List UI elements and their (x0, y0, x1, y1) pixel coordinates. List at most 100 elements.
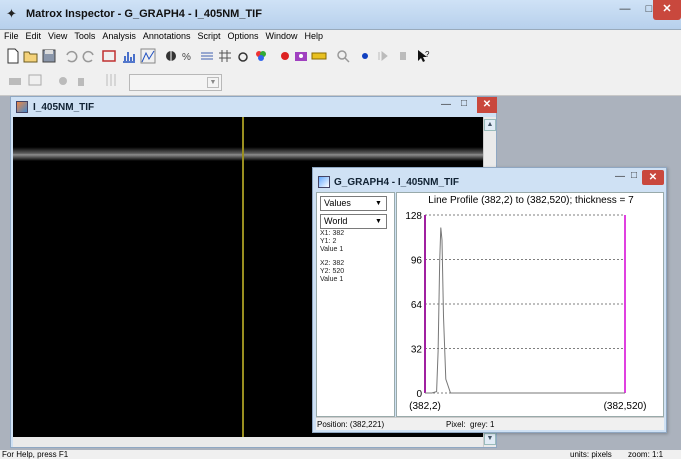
y1-value: Y1: 2 (320, 238, 337, 245)
adjust-icon[interactable] (102, 71, 120, 89)
y-tick-label: 128 (405, 211, 422, 222)
menu-analysis[interactable]: Analysis (99, 30, 139, 41)
chevron-down-icon[interactable]: ▼ (372, 198, 385, 209)
ruler-icon[interactable] (310, 47, 328, 65)
grab-icon[interactable] (6, 71, 24, 89)
y-tick-label: 96 (411, 256, 423, 267)
graph-window-maximize-button[interactable]: □ (631, 170, 637, 181)
point-icon[interactable] (356, 47, 374, 65)
zoom-icon[interactable] (334, 47, 352, 65)
redo-icon[interactable] (80, 47, 98, 65)
minimize-button[interactable]: — (613, 0, 637, 20)
graph-grey-value: grey: 1 (470, 420, 495, 429)
blob-icon[interactable] (234, 47, 252, 65)
graph-pixel-label: Pixel: (446, 420, 466, 429)
chart-y-tick-labels: 0 32 64 96 128 (405, 211, 422, 400)
scroll-up-icon[interactable]: ▲ (484, 119, 496, 131)
graph-settings-panel: Values ▼ World ▼ X1: 382 Y1: 2 Value 1 X… (316, 192, 395, 417)
chevron-down-icon[interactable]: ▼ (372, 216, 385, 227)
world-dropdown-label: World (324, 216, 348, 226)
x-label-end: (382,520) (604, 401, 647, 412)
help-pointer-icon[interactable]: ? (414, 47, 432, 65)
status-help-text: For Help, press F1 (2, 450, 69, 459)
image-window-titlebar[interactable]: I_405NM_TIF — □ ✕ (11, 97, 497, 117)
graph-window-title: G_GRAPH4 - I_405NM_TIF (334, 177, 460, 188)
world-dropdown[interactable]: World ▼ (320, 214, 387, 229)
x1-value: X1: 382 (320, 230, 345, 237)
histogram-icon[interactable] (120, 47, 138, 65)
menu-help[interactable]: Help (302, 30, 327, 41)
capture-icon[interactable] (292, 47, 310, 65)
y-tick-label: 32 (411, 345, 423, 356)
hand-icon[interactable] (72, 71, 90, 89)
grid-icon[interactable] (216, 47, 234, 65)
close-button[interactable]: ✕ (653, 0, 681, 20)
x-label-start: (382,2) (409, 401, 441, 412)
scroll-down-icon[interactable]: ▼ (484, 433, 496, 445)
point2-info: X2: 382 Y2: 520 Value 1 (320, 260, 344, 284)
menu-options[interactable]: Options (224, 30, 261, 41)
y-tick-label: 0 (416, 389, 422, 400)
camera-icon[interactable] (26, 71, 44, 89)
menu-edit[interactable]: Edit (23, 30, 45, 41)
toolbar-select[interactable]: ▼ (129, 74, 222, 91)
percent-icon[interactable]: % (180, 47, 198, 65)
matrox-logo-icon: ✦ (6, 6, 17, 21)
lines-icon[interactable] (198, 47, 216, 65)
step-icon[interactable] (374, 47, 392, 65)
value1-label: Value 1 (320, 246, 344, 253)
menubar: File Edit View Tools Analysis Annotations Scri… (0, 30, 681, 44)
x2-value: X2: 382 (320, 260, 345, 267)
chart-title: Line Profile (382,2) to (382,520); thick… (428, 195, 634, 206)
menu-script[interactable]: Script (194, 30, 223, 41)
image-horizontal-scrollbar[interactable] (13, 437, 483, 447)
open-file-icon[interactable] (22, 47, 40, 65)
image-window-minimize-button[interactable]: — (441, 99, 451, 110)
status-bar: For Help, press F1 units: pixels zoom: 1… (0, 450, 681, 459)
digitizer-icon[interactable] (54, 71, 72, 89)
profile-series-line (425, 227, 625, 394)
values-dropdown-label: Values (324, 198, 351, 208)
save-icon[interactable] (40, 47, 58, 65)
value2-label: Value 1 (320, 276, 344, 283)
profile-icon[interactable] (139, 47, 157, 65)
image-window-maximize-button[interactable]: □ (461, 98, 467, 109)
svg-text:?: ? (425, 50, 430, 59)
threshold-icon[interactable] (162, 47, 180, 65)
y-tick-label: 64 (411, 300, 423, 311)
stop-icon[interactable] (394, 47, 412, 65)
chart-svg: Line Profile (382,2) to (382,520); thick… (405, 195, 647, 412)
profile-line[interactable] (242, 117, 244, 437)
image-window-title: I_405NM_TIF (33, 102, 95, 113)
new-file-icon[interactable] (4, 47, 22, 65)
undo-icon[interactable] (62, 47, 80, 65)
color-icon[interactable] (252, 47, 270, 65)
menu-annotations[interactable]: Annotations (140, 30, 194, 41)
menu-view[interactable]: View (45, 30, 70, 41)
app-titlebar: ✦ Matrox Inspector - G_GRAPH4 - I_405NM_… (0, 0, 681, 30)
graph-status-bar: Position: (382,221) Pixel: grey: 1 (316, 417, 664, 430)
graph-window-icon (318, 176, 330, 188)
menu-window[interactable]: Window (263, 30, 301, 41)
chart-grid (425, 214, 625, 394)
values-dropdown[interactable]: Values ▼ (320, 196, 387, 211)
app-title: Matrox Inspector - G_GRAPH4 - I_405NM_TI… (26, 8, 262, 20)
graph-position-readout: Position: (382,221) (317, 420, 385, 429)
image-window-icon (16, 101, 28, 113)
status-zoom: zoom: 1:1 (628, 450, 664, 459)
graph-window-close-button[interactable]: ✕ (642, 170, 664, 185)
image-bright-band (13, 147, 483, 161)
rectangle-roi-icon[interactable] (100, 47, 118, 65)
main-toolbar: % ? (0, 44, 681, 68)
svg-text:%: % (182, 52, 191, 63)
graph-window-minimize-button[interactable]: — (615, 171, 625, 182)
status-units: units: pixels (570, 450, 612, 459)
menu-tools[interactable]: Tools (71, 30, 98, 41)
point1-info: X1: 382 Y1: 2 Value 1 (320, 230, 344, 254)
y2-value: Y2: 520 (320, 268, 345, 275)
image-window-close-button[interactable]: ✕ (477, 97, 497, 113)
menu-file[interactable]: File (1, 30, 22, 41)
line-profile-chart[interactable]: Line Profile (382,2) to (382,520); thick… (396, 192, 664, 417)
graph-window[interactable]: G_GRAPH4 - I_405NM_TIF — □ ✕ Values ▼ Wo… (312, 167, 667, 433)
chevron-down-icon: ▼ (207, 77, 219, 88)
